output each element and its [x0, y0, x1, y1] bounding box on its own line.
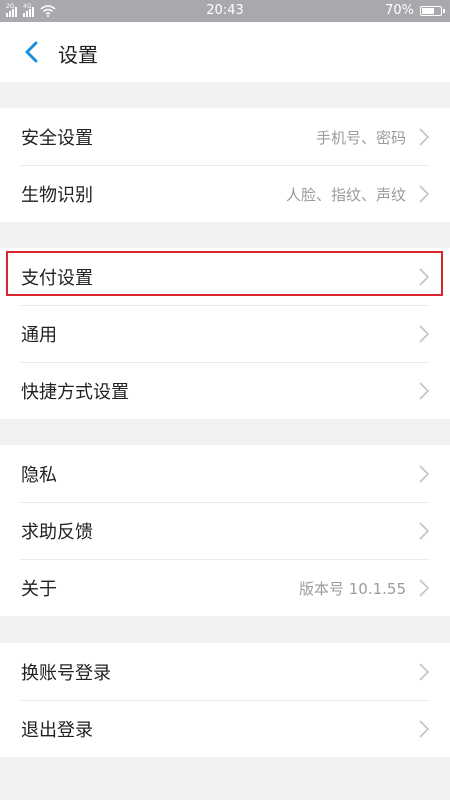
chevron-right-icon — [419, 325, 430, 343]
row-label: 求助反馈 — [21, 522, 93, 543]
row-logout[interactable]: 退出登录 — [0, 700, 450, 757]
settings-group-about: 隐私 求助反馈 关于 版本号 10.1.55 — [0, 445, 450, 616]
row-label: 快捷方式设置 — [21, 382, 129, 403]
row-biometrics[interactable]: 生物识别 人脸、指纹、声纹 — [0, 165, 450, 222]
chevron-right-icon — [419, 382, 430, 400]
row-label: 通用 — [21, 325, 57, 346]
chevron-right-icon — [419, 128, 430, 146]
clock: 20:43 — [206, 3, 244, 18]
row-about[interactable]: 关于 版本号 10.1.55 — [0, 559, 450, 616]
nav-bar: 设置 — [0, 22, 450, 82]
chevron-right-icon — [419, 579, 430, 597]
row-label: 关于 — [21, 579, 57, 600]
back-arrow-icon — [25, 41, 38, 63]
battery-fill — [422, 7, 434, 14]
chevron-right-icon — [419, 465, 430, 483]
chevron-right-icon — [419, 522, 430, 540]
page-title: 设置 — [58, 43, 98, 67]
battery-group: 70% — [385, 3, 445, 18]
row-help-feedback[interactable]: 求助反馈 — [0, 502, 450, 559]
settings-group-general: 支付设置 通用 快捷方式设置 — [0, 248, 450, 419]
row-shortcut-settings[interactable]: 快捷方式设置 — [0, 362, 450, 419]
row-privacy[interactable]: 隐私 — [0, 445, 450, 502]
settings-group-account: 安全设置 手机号、密码 生物识别 人脸、指纹、声纹 — [0, 108, 450, 222]
row-security-settings[interactable]: 安全设置 手机号、密码 — [0, 108, 450, 165]
row-switch-account[interactable]: 换账号登录 — [0, 643, 450, 700]
status-bar: 2G 4G 20:43 70% — [0, 0, 450, 22]
row-label: 退出登录 — [21, 720, 93, 741]
chevron-right-icon — [419, 185, 430, 203]
row-label: 支付设置 — [21, 268, 93, 289]
row-label: 隐私 — [21, 465, 57, 486]
row-label: 换账号登录 — [21, 663, 111, 684]
chevron-right-icon — [419, 268, 430, 286]
version-value: 版本号 10.1.55 — [298, 580, 406, 598]
row-value: 手机号、密码 — [315, 129, 406, 147]
chevron-right-icon — [419, 720, 430, 738]
row-value: 人脸、指纹、声纹 — [285, 186, 406, 204]
back-button[interactable] — [18, 38, 46, 66]
settings-group-login: 换账号登录 退出登录 — [0, 643, 450, 757]
row-label: 安全设置 — [21, 128, 93, 149]
row-label: 生物识别 — [21, 185, 93, 206]
row-general[interactable]: 通用 — [0, 305, 450, 362]
battery-percent: 70% — [385, 3, 414, 18]
chevron-right-icon — [419, 663, 430, 681]
row-payment-settings[interactable]: 支付设置 — [0, 248, 450, 305]
battery-icon — [420, 5, 445, 16]
